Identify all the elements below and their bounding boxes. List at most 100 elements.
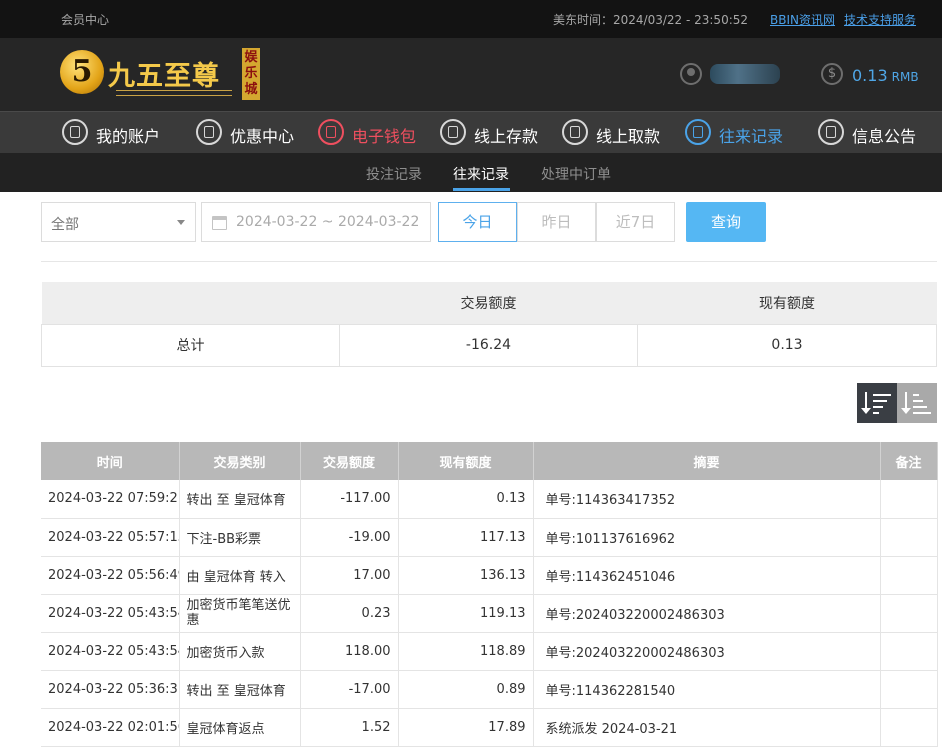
cell-note xyxy=(880,556,938,595)
bbin-news-link[interactable]: BBIN资讯网 xyxy=(770,11,835,28)
cell-amount: 0.23 xyxy=(300,594,399,633)
username-redacted xyxy=(710,64,780,84)
nav-label: 电子钱包 xyxy=(352,127,417,146)
tab-bet-records[interactable]: 投注记录 xyxy=(366,164,422,184)
col-header-type[interactable]: 交易类别 xyxy=(179,442,301,480)
withdraw-icon xyxy=(562,119,588,145)
cell-amount: 1.52 xyxy=(300,708,399,747)
user-icon xyxy=(680,63,702,85)
records-header-row: 时间 交易类别 交易额度 现有额度 摘要 备注 xyxy=(41,442,938,480)
cell-summary: 单号:114362281540 xyxy=(533,670,881,709)
last-7-days-button[interactable]: 近7日 xyxy=(596,202,675,242)
col-header-amount[interactable]: 交易额度 xyxy=(300,442,399,480)
cell-type: 加密货币入款 xyxy=(179,632,301,671)
cell-summary: 单号:202403220002486303 xyxy=(533,594,881,633)
main-nav: 我的账户 优惠中心 电子钱包 线上存款 线上取款 往来记录 信息公告 xyxy=(0,111,942,153)
cell-amount: 118.00 xyxy=(300,632,399,671)
cell-summary: 单号:202403220002486303 xyxy=(533,632,881,671)
brand-name: 九五至尊 xyxy=(108,61,220,92)
cell-type: 转出 至 皇冠体育 xyxy=(179,480,301,519)
cell-note xyxy=(880,518,938,557)
brand-logo[interactable]: 5 九五至尊 娱乐城 xyxy=(60,46,260,102)
transaction-type-select[interactable]: 全部 xyxy=(41,202,196,242)
summary-balance: 0.13 xyxy=(637,323,937,367)
cell-type: 下注-BB彩票 xyxy=(179,518,301,557)
cell-note xyxy=(880,632,938,671)
table-row: 2024-03-22 07:59:21 转出 至 皇冠体育 -117.00 0.… xyxy=(41,480,938,519)
cell-note xyxy=(880,594,938,633)
select-value: 全部 xyxy=(51,217,79,233)
cell-summary: 单号:101137616962 xyxy=(533,518,881,557)
cell-note xyxy=(880,670,938,709)
summary-table: 交易额度 现有额度 总计 -16.24 0.13 xyxy=(41,282,937,367)
cell-time: 2024-03-22 02:01:56 xyxy=(41,708,180,747)
sort-desc-icon xyxy=(861,392,871,414)
yesterday-button[interactable]: 昨日 xyxy=(517,202,596,242)
calendar-icon xyxy=(212,216,227,230)
logo-ornament xyxy=(116,90,232,96)
cell-time: 2024-03-22 05:56:49 xyxy=(41,556,180,595)
col-header-time[interactable]: 时间 xyxy=(41,442,180,480)
records-table: 时间 交易类别 交易额度 现有额度 摘要 备注 2024-03-22 07:59… xyxy=(41,442,938,747)
wallet-icon xyxy=(318,119,344,145)
chevron-down-icon xyxy=(177,220,185,225)
summary-amount: -16.24 xyxy=(339,323,638,367)
records-icon xyxy=(685,119,711,145)
tab-transaction-records[interactable]: 往来记录 xyxy=(453,164,509,184)
cell-type: 加密货币笔笔送优惠 xyxy=(179,594,301,633)
cell-note xyxy=(880,480,938,519)
top-bar: 会员中心 美东时间：2024/03/22 - 23:50:52 BBIN资讯网 … xyxy=(0,0,942,38)
summary-header-balance: 现有额度 xyxy=(637,282,937,324)
cell-balance: 118.89 xyxy=(398,632,534,671)
deposit-icon xyxy=(440,119,466,145)
table-row: 2024-03-22 05:43:54 加密货币笔笔送优惠 0.23 119.1… xyxy=(41,594,938,633)
cell-amount: -19.00 xyxy=(300,518,399,557)
cell-type: 由 皇冠体育 转入 xyxy=(179,556,301,595)
col-header-note[interactable]: 备注 xyxy=(880,442,938,480)
cell-balance: 0.89 xyxy=(398,670,534,709)
nav-label: 线上取款 xyxy=(596,127,661,146)
nav-label: 我的账户 xyxy=(96,127,161,146)
cell-type: 转出 至 皇冠体育 xyxy=(179,670,301,709)
nav-label: 往来记录 xyxy=(719,127,784,146)
cell-time: 2024-03-22 07:59:21 xyxy=(41,480,180,519)
cell-time: 2024-03-22 05:57:15 xyxy=(41,518,180,557)
cell-amount: -17.00 xyxy=(300,670,399,709)
summary-header-amount: 交易额度 xyxy=(339,282,638,324)
cell-time: 2024-03-22 05:43:54 xyxy=(41,594,180,633)
cell-time: 2024-03-22 05:36:31 xyxy=(41,670,180,709)
table-row: 2024-03-22 05:56:49 由 皇冠体育 转入 17.00 136.… xyxy=(41,556,938,595)
balance-currency: RMB xyxy=(891,70,919,84)
cell-balance: 117.13 xyxy=(398,518,534,557)
tab-pending-orders[interactable]: 处理中订单 xyxy=(541,164,611,184)
logo-coin-icon: 5 xyxy=(60,50,104,94)
cell-amount: 17.00 xyxy=(300,556,399,595)
cell-note xyxy=(880,708,938,747)
sort-descending-button[interactable] xyxy=(857,383,897,423)
sort-ascending-button[interactable] xyxy=(897,383,937,423)
active-tab-indicator xyxy=(453,188,510,191)
query-button[interactable]: 查询 xyxy=(686,202,766,242)
table-row: 2024-03-22 05:57:15 下注-BB彩票 -19.00 117.1… xyxy=(41,518,938,557)
cell-summary: 系统派发 2024-03-21 xyxy=(533,708,881,747)
date-range-input[interactable]: 2024-03-22 ~ 2024-03-22 xyxy=(201,202,431,242)
money-icon: $ xyxy=(821,63,843,85)
gift-icon xyxy=(196,119,222,145)
nav-label: 信息公告 xyxy=(852,127,917,146)
col-header-summary[interactable]: 摘要 xyxy=(533,442,881,480)
col-header-balance[interactable]: 现有额度 xyxy=(398,442,534,480)
today-button[interactable]: 今日 xyxy=(438,202,517,242)
member-center-label[interactable]: 会员中心 xyxy=(61,11,109,28)
table-row: 2024-03-22 05:43:54 加密货币入款 118.00 118.89… xyxy=(41,632,938,671)
table-row: 2024-03-22 05:36:31 转出 至 皇冠体育 -17.00 0.8… xyxy=(41,670,938,709)
brand-stamp: 娱乐城 xyxy=(242,48,260,100)
summary-row-label: 总计 xyxy=(41,323,340,367)
cell-balance: 119.13 xyxy=(398,594,534,633)
nav-label: 线上存款 xyxy=(474,127,539,146)
balance-value: 0.13 xyxy=(852,66,888,85)
cell-amount: -117.00 xyxy=(300,480,399,519)
table-row: 2024-03-22 02:01:56 皇冠体育返点 1.52 17.89 系统… xyxy=(41,708,938,747)
tech-support-link[interactable]: 技术支持服务 xyxy=(844,11,916,28)
divider xyxy=(41,261,937,262)
cell-summary: 单号:114362451046 xyxy=(533,556,881,595)
